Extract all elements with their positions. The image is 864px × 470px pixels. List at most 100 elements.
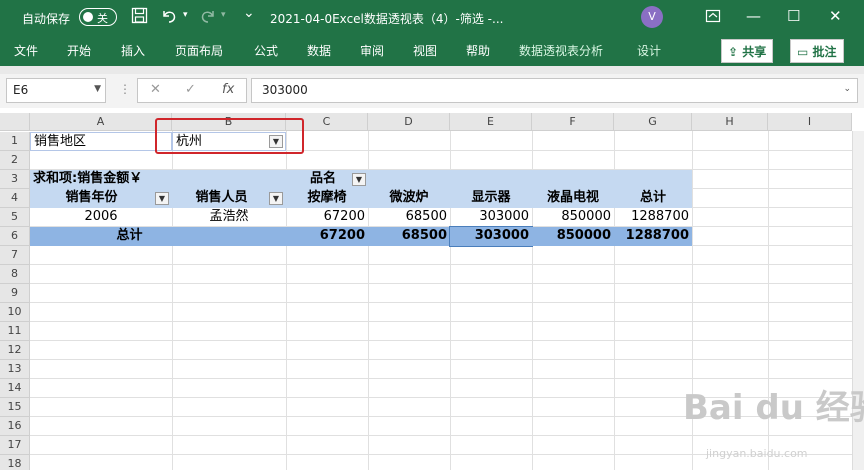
col-header-f[interactable]: F bbox=[532, 113, 614, 131]
close-button[interactable]: ✕ bbox=[829, 7, 842, 25]
comments-label: 批注 bbox=[812, 45, 837, 59]
pivot-value-cell[interactable]: 68500 bbox=[368, 208, 450, 227]
row-header[interactable]: 3 bbox=[0, 170, 30, 189]
baidu-watermark: Bai du 经验 bbox=[683, 388, 864, 428]
pivot-sum-label-cell[interactable]: 求和项:销售金额￥ bbox=[30, 170, 172, 189]
share-button[interactable]: ⇪ 共享 bbox=[721, 39, 774, 63]
save-icon[interactable] bbox=[131, 7, 148, 28]
row-header[interactable]: 17 bbox=[0, 436, 30, 455]
gridline bbox=[30, 340, 864, 341]
col-field-dropdown-icon[interactable]: ▼ bbox=[352, 173, 366, 186]
formula-bar-grip-icon[interactable]: ⋮ bbox=[119, 82, 131, 96]
formula-input[interactable]: 303000 ⌄ bbox=[251, 78, 858, 103]
insert-function-icon[interactable]: fx bbox=[222, 82, 234, 97]
row-header[interactable]: 10 bbox=[0, 303, 30, 322]
pivot-col-item-cell[interactable]: 液晶电视 bbox=[532, 189, 614, 208]
formula-value: 303000 bbox=[262, 83, 308, 97]
name-box-dropdown-icon[interactable]: ▼ bbox=[94, 84, 101, 94]
row-header[interactable]: 11 bbox=[0, 322, 30, 341]
pivot-cell[interactable] bbox=[172, 170, 286, 189]
pivot-value-cell[interactable]: 850000 bbox=[532, 208, 614, 227]
tab-home[interactable]: 开始 bbox=[67, 42, 91, 59]
row-header[interactable]: 13 bbox=[0, 360, 30, 379]
tab-design[interactable]: 设计 bbox=[637, 42, 661, 59]
expand-formula-bar-icon[interactable]: ⌄ bbox=[843, 84, 851, 94]
restore-button[interactable]: ☐ bbox=[787, 7, 800, 25]
toggle-knob bbox=[83, 12, 93, 22]
gridline bbox=[30, 435, 864, 436]
pivot-person-value-cell[interactable]: 孟浩然 bbox=[172, 208, 286, 227]
col-header-h[interactable]: H bbox=[692, 113, 768, 131]
row-header[interactable]: 14 bbox=[0, 379, 30, 398]
filter-label-cell[interactable]: 销售地区 bbox=[30, 132, 172, 151]
title-bar: 自动保存 关 ▾ ▾ ⌄ 2021-04-0Excel数据透视表（4）-筛选 -… bbox=[0, 0, 864, 36]
row-header[interactable]: 1 bbox=[0, 132, 30, 151]
pivot-col-item-cell[interactable]: 显示器 bbox=[450, 189, 532, 208]
col-header-i[interactable]: I bbox=[768, 113, 852, 131]
comments-button[interactable]: ▭ 批注 bbox=[790, 39, 844, 63]
formula-buttons: ✕ ✓ fx bbox=[137, 78, 247, 103]
row-header[interactable]: 2 bbox=[0, 151, 30, 170]
enter-icon[interactable]: ✓ bbox=[185, 82, 196, 97]
col-header-e[interactable]: E bbox=[450, 113, 532, 131]
undo-dropdown-icon[interactable]: ▾ bbox=[183, 10, 188, 20]
tab-data[interactable]: 数据 bbox=[307, 42, 331, 59]
autosave-state: 关 bbox=[97, 12, 108, 25]
row-header[interactable]: 16 bbox=[0, 417, 30, 436]
pivot-year-value-cell[interactable]: 2006 bbox=[30, 208, 172, 227]
undo-icon[interactable] bbox=[160, 7, 178, 28]
autosave-toggle[interactable]: 关 bbox=[79, 8, 117, 26]
col-header-a[interactable]: A bbox=[30, 113, 172, 131]
tab-view[interactable]: 视图 bbox=[413, 42, 437, 59]
pivot-total-value-cell[interactable]: 67200 bbox=[286, 227, 368, 246]
pivot-total-value-cell-selected[interactable]: 303000 bbox=[449, 226, 533, 247]
year-field-dropdown-icon[interactable]: ▼ bbox=[155, 192, 169, 205]
row-header[interactable]: 18 bbox=[0, 455, 30, 470]
pivot-col-item-cell[interactable]: 按摩椅 bbox=[286, 189, 368, 208]
gridline bbox=[30, 321, 864, 322]
pivot-total-value-cell[interactable]: 68500 bbox=[368, 227, 450, 246]
col-header-d[interactable]: D bbox=[368, 113, 450, 131]
pivot-total-cell[interactable] bbox=[172, 227, 286, 246]
tab-help[interactable]: 帮助 bbox=[466, 42, 490, 59]
pivot-col-item-cell[interactable]: 微波炉 bbox=[368, 189, 450, 208]
user-avatar[interactable]: V bbox=[641, 6, 663, 28]
row-header[interactable]: 5 bbox=[0, 208, 30, 227]
ribbon-display-icon[interactable] bbox=[705, 8, 721, 28]
pivot-row-field-year-cell[interactable]: 销售年份 bbox=[30, 189, 172, 208]
pivot-value-cell[interactable]: 303000 bbox=[450, 208, 532, 227]
tab-formulas[interactable]: 公式 bbox=[254, 42, 278, 59]
tab-review[interactable]: 审阅 bbox=[360, 42, 384, 59]
tab-page-layout[interactable]: 页面布局 bbox=[175, 42, 223, 59]
name-box[interactable]: E6 ▼ bbox=[6, 78, 106, 103]
pivot-total-value-cell[interactable]: 850000 bbox=[532, 227, 614, 246]
select-all-corner[interactable] bbox=[0, 113, 30, 131]
tab-insert[interactable]: 插入 bbox=[121, 42, 145, 59]
col-header-g[interactable]: G bbox=[614, 113, 692, 131]
row-header[interactable]: 15 bbox=[0, 398, 30, 417]
minimize-button[interactable]: — bbox=[746, 7, 761, 25]
gridline bbox=[30, 378, 864, 379]
pivot-total-label-cell[interactable]: 总计 bbox=[30, 227, 172, 246]
tab-pivot-analyze[interactable]: 数据透视表分析 bbox=[519, 42, 603, 59]
share-label: 共享 bbox=[742, 45, 767, 59]
row-header[interactable]: 8 bbox=[0, 265, 30, 284]
cancel-icon[interactable]: ✕ bbox=[150, 82, 161, 97]
row-header[interactable]: 7 bbox=[0, 246, 30, 265]
customize-toolbar-icon[interactable]: ⌄ bbox=[243, 5, 255, 21]
pivot-value-cell[interactable]: 1288700 bbox=[614, 208, 692, 227]
redo-icon[interactable] bbox=[199, 7, 217, 28]
row-header[interactable]: 6 bbox=[0, 227, 30, 246]
person-field-dropdown-icon[interactable]: ▼ bbox=[269, 192, 283, 205]
row-header[interactable]: 4 bbox=[0, 189, 30, 208]
gridline bbox=[30, 283, 864, 284]
pivot-cell[interactable] bbox=[368, 170, 692, 189]
pivot-col-item-cell[interactable]: 总计 bbox=[614, 189, 692, 208]
row-header[interactable]: 12 bbox=[0, 341, 30, 360]
pivot-total-value-cell[interactable]: 1288700 bbox=[614, 227, 692, 246]
row-header[interactable]: 9 bbox=[0, 284, 30, 303]
tab-file[interactable]: 文件 bbox=[14, 42, 38, 59]
baidu-watermark-url: jingyan.baidu.com bbox=[706, 447, 808, 460]
pivot-value-cell[interactable]: 67200 bbox=[286, 208, 368, 227]
redo-dropdown-icon[interactable]: ▾ bbox=[221, 10, 226, 20]
